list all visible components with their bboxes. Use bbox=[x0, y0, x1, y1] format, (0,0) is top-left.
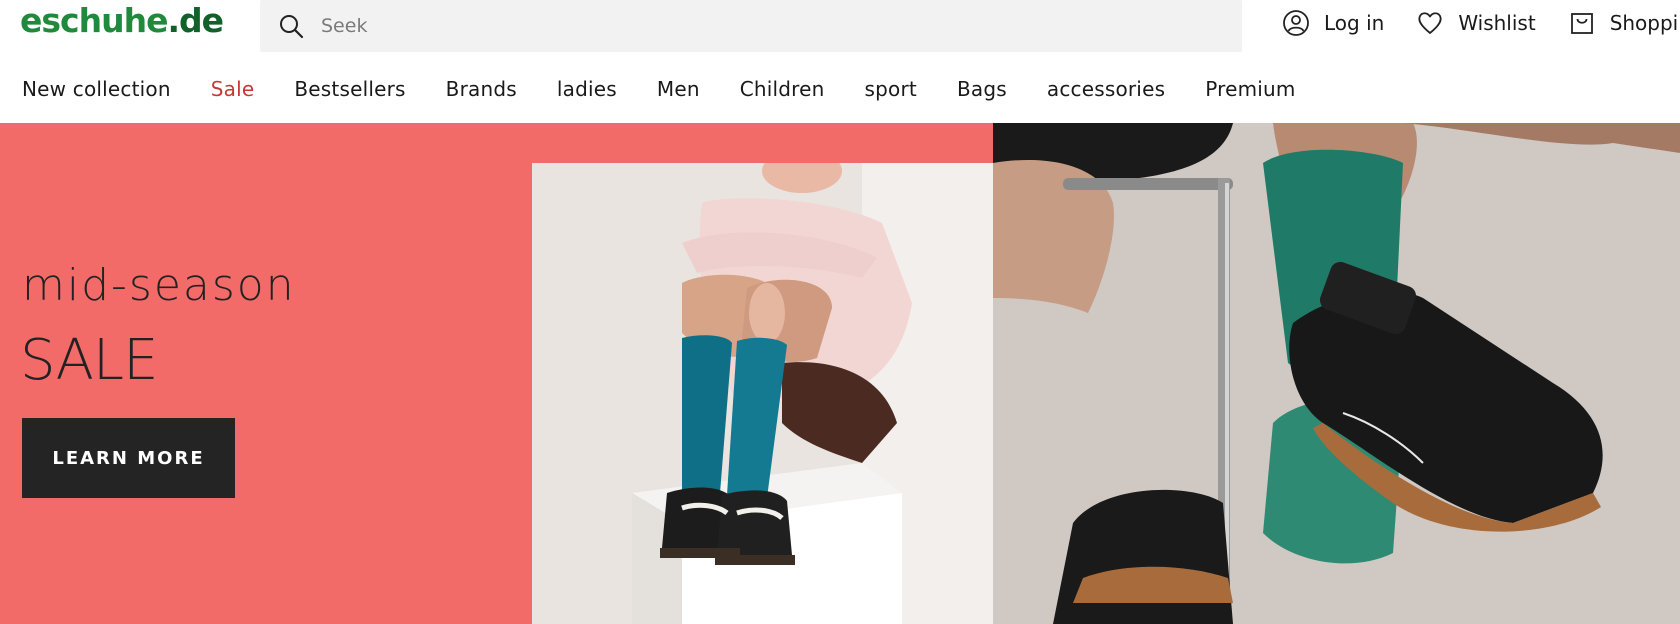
nav-item-accessories[interactable]: accessories bbox=[1047, 77, 1165, 101]
main-navigation: New collection Sale Bestsellers Brands l… bbox=[22, 73, 1336, 105]
learn-more-button[interactable]: LEARN MORE bbox=[22, 418, 235, 498]
hero-image-sneaker-closeup bbox=[993, 123, 1680, 624]
wishlist-label: Wishlist bbox=[1458, 11, 1536, 35]
search-input[interactable] bbox=[321, 6, 1181, 46]
logo-tld: .de bbox=[167, 1, 224, 40]
hero-kicker: mid-season bbox=[22, 260, 296, 311]
user-icon bbox=[1282, 9, 1310, 37]
nav-item-premium[interactable]: Premium bbox=[1205, 77, 1295, 101]
nav-item-men[interactable]: Men bbox=[657, 77, 700, 101]
search-bar bbox=[260, 0, 1242, 52]
logo-brand: eschuhe bbox=[20, 1, 168, 40]
shopping-bag-icon bbox=[1568, 9, 1596, 37]
nav-item-bags[interactable]: Bags bbox=[957, 77, 1007, 101]
hero-banner[interactable]: mid-season SALE LEARN MORE bbox=[0, 123, 1680, 624]
hero-image-model-seated bbox=[532, 163, 1033, 624]
shopping-cart-button[interactable]: Shoppin bbox=[1568, 9, 1680, 37]
nav-item-sale[interactable]: Sale bbox=[211, 77, 255, 101]
site-header: eschuhe.de Log in bbox=[0, 0, 1680, 122]
site-logo[interactable]: eschuhe.de bbox=[20, 0, 224, 42]
shopping-cart-label: Shoppin bbox=[1609, 11, 1680, 35]
hero-title: SALE bbox=[20, 328, 158, 393]
nav-item-bestsellers[interactable]: Bestsellers bbox=[294, 77, 405, 101]
heart-icon bbox=[1416, 9, 1444, 37]
nav-item-ladies[interactable]: ladies bbox=[557, 77, 617, 101]
nav-item-new-collection[interactable]: New collection bbox=[22, 77, 171, 101]
login-button[interactable]: Log in bbox=[1282, 9, 1384, 37]
search-icon[interactable] bbox=[277, 12, 305, 40]
nav-item-brands[interactable]: Brands bbox=[446, 77, 517, 101]
login-label: Log in bbox=[1324, 11, 1385, 35]
header-actions: Log in Wishlist Shoppin bbox=[1282, 0, 1680, 46]
nav-item-sport[interactable]: sport bbox=[865, 77, 917, 101]
nav-item-children[interactable]: Children bbox=[740, 77, 825, 101]
wishlist-button[interactable]: Wishlist bbox=[1416, 9, 1536, 37]
